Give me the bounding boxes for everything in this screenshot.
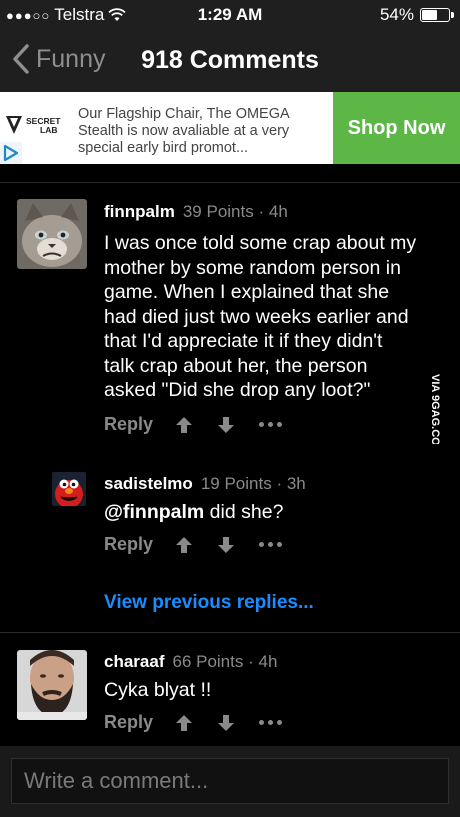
- comment-actions: Reply: [104, 414, 283, 435]
- comment-meta: charaaf 66 Points · 4h: [104, 652, 277, 672]
- comment-age: 4h: [268, 202, 288, 221]
- comment-input[interactable]: Write a comment...: [11, 758, 449, 804]
- secretlab-logo: SECRET LAB: [6, 116, 61, 135]
- avatar[interactable]: [17, 199, 87, 269]
- bearded-man-avatar-image: [17, 650, 87, 720]
- battery-icon: [420, 8, 454, 22]
- comment-line: that I'd appreciate it if they didn't: [104, 330, 383, 352]
- username[interactable]: finnpalm: [104, 202, 175, 221]
- shop-now-button[interactable]: Shop Now: [333, 92, 460, 164]
- upvote-arrow-icon[interactable]: [175, 416, 193, 434]
- divider: [0, 182, 460, 183]
- comment-meta: sadistelmo 19 Points · 3h: [104, 474, 306, 494]
- reply-button[interactable]: Reply: [104, 414, 153, 435]
- mention-link[interactable]: @finnpalm: [104, 501, 204, 523]
- ad-banner[interactable]: SECRET LAB Our Flagship Chair, The OMEGA…: [0, 92, 460, 164]
- upvote-arrow-icon[interactable]: [175, 714, 193, 732]
- downvote-arrow-icon[interactable]: [217, 416, 235, 434]
- reply-button[interactable]: Reply: [104, 534, 153, 555]
- comment-body: Cyka blyat !!: [104, 679, 212, 701]
- avatar[interactable]: [17, 650, 87, 720]
- comment-age: 4h: [258, 652, 278, 671]
- comment-body: I was once told some crap about my mothe…: [104, 231, 424, 403]
- avatar[interactable]: [52, 472, 86, 506]
- comment-line: I was once told some crap about my: [104, 232, 417, 254]
- elmo-avatar-image: [52, 472, 86, 506]
- username[interactable]: sadistelmo: [104, 474, 193, 493]
- comment-actions: Reply: [104, 712, 283, 733]
- battery-percent: 54%: [379, 5, 414, 24]
- watermark-text: VIA 9GAG.COM: [429, 374, 441, 444]
- comment-body: @finnpalm did she?: [104, 500, 424, 525]
- status-bar: ●●●○○ Telstra 1:29 AM 54%: [0, 0, 460, 30]
- meta-separator: ·: [276, 474, 283, 493]
- more-options-icon[interactable]: [259, 542, 283, 547]
- adchoices-icon[interactable]: [0, 142, 22, 164]
- comment-text: did she?: [204, 501, 284, 523]
- comment-line: asked "Did she drop any loot?": [104, 379, 371, 401]
- more-options-icon[interactable]: [259, 720, 283, 725]
- comment-line: talk crap about her, the person: [104, 354, 368, 377]
- downvote-arrow-icon[interactable]: [217, 536, 235, 554]
- battery-group: 54%: [379, 5, 454, 25]
- view-previous-replies-link[interactable]: View previous replies...: [104, 592, 314, 614]
- comment-meta: finnpalm 39 Points · 4h: [104, 202, 288, 222]
- downvote-arrow-icon[interactable]: [217, 714, 235, 732]
- upvote-arrow-icon[interactable]: [175, 536, 193, 554]
- nav-bar: Funny 918 Comments: [0, 30, 460, 92]
- logo-text-line2: LAB: [40, 125, 57, 135]
- meta-separator: ·: [258, 202, 265, 221]
- comment-actions: Reply: [104, 534, 283, 555]
- comment-line: had died just two weeks earlier and: [104, 305, 409, 328]
- points: 66 Points: [172, 652, 244, 671]
- more-options-icon[interactable]: [259, 422, 283, 427]
- username[interactable]: charaaf: [104, 652, 164, 671]
- grumpy-cat-avatar-image: [17, 199, 87, 269]
- reply-button[interactable]: Reply: [104, 712, 153, 733]
- points: 19 Points: [200, 474, 272, 493]
- comment-composer: Write a comment...: [0, 746, 460, 817]
- ad-copy: Our Flagship Chair, The OMEGA Stealth is…: [78, 106, 290, 156]
- divider: [0, 632, 460, 633]
- points: 39 Points: [182, 202, 254, 221]
- comment-line: game. When I explained that she: [104, 281, 390, 303]
- battery-level: [422, 10, 438, 20]
- meta-separator: ·: [248, 652, 254, 671]
- comment-line: mother by some random person in: [104, 256, 401, 279]
- watermark: VIA 9GAG.COM: [429, 374, 441, 444]
- comment-age: 3h: [286, 474, 306, 493]
- page-title: 918 Comments: [141, 46, 319, 74]
